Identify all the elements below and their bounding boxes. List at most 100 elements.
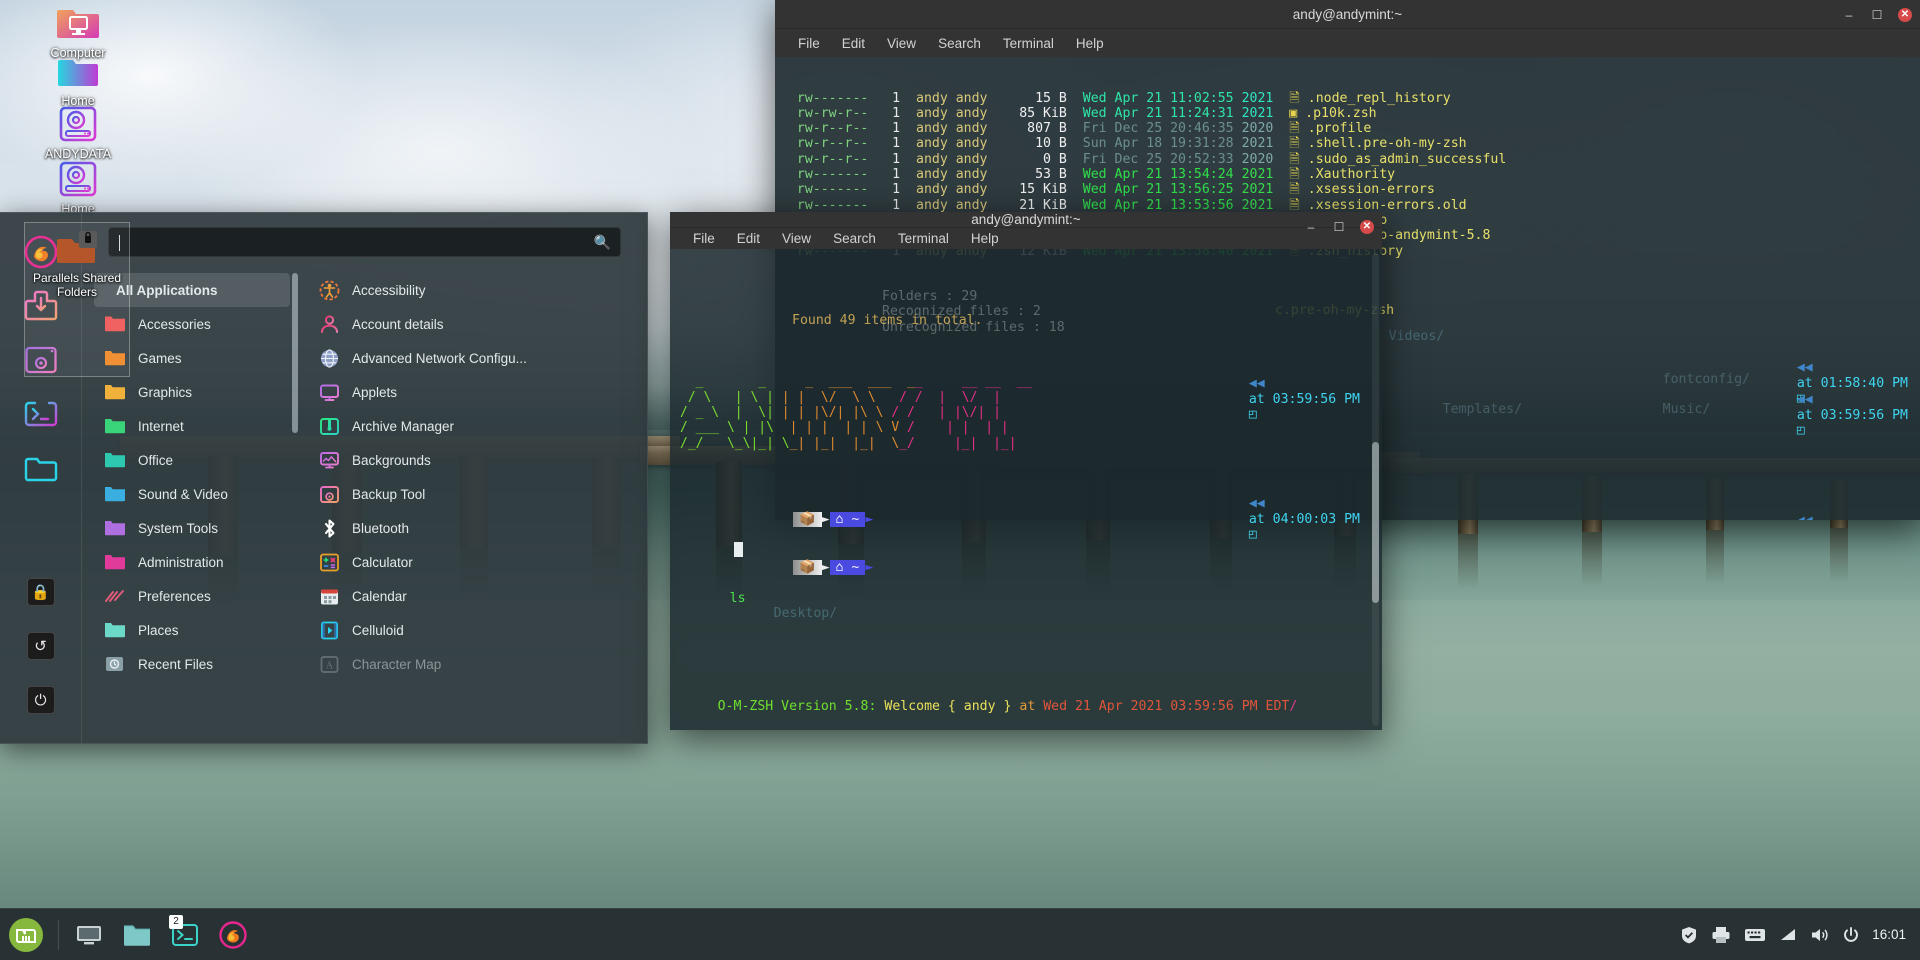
category-system-tools[interactable]: System Tools (94, 511, 290, 545)
mint-menu-button[interactable] (0, 909, 52, 960)
lock-screen-icon: 🔒 (26, 578, 55, 606)
category-places[interactable]: Places (94, 613, 290, 647)
app-calendar[interactable]: Calendar (308, 579, 637, 613)
log-out-icon: ↺ (26, 632, 55, 660)
ls-row: rw-r--r-- 1 andy andy 0 B Fri Dec 25 20:… (781, 151, 1507, 167)
menu-help[interactable]: Help (960, 228, 1010, 249)
category-label: All Applications (116, 282, 218, 298)
power-icon[interactable] (1843, 926, 1859, 943)
desktop-icon-home-disk[interactable]: Home (24, 160, 132, 216)
menu-help[interactable]: Help (1065, 33, 1115, 54)
app-calculator[interactable]: Calculator (308, 545, 637, 579)
launcher-firefox[interactable] (209, 909, 257, 960)
disk-icon (56, 105, 100, 143)
app-accessibility[interactable]: Accessibility (308, 273, 637, 307)
category-label: Administration (138, 554, 224, 570)
firefox-launcher-icon (219, 920, 247, 949)
app-backgrounds[interactable]: Backgrounds (308, 443, 637, 477)
app-advanced-network-configuration[interactable]: Advanced Network Configu... (308, 341, 637, 375)
terminal-front-scrollbar[interactable] (1372, 253, 1379, 726)
app-label: Applets (352, 384, 398, 400)
preferences-icon (105, 590, 124, 602)
terminal-window-front[interactable]: andy@andymint:~ – ☐ ✕ File Edit View Sea… (670, 212, 1382, 730)
menu-file[interactable]: File (787, 33, 831, 54)
terminal-front-title: andy@andymint:~ (971, 212, 1081, 227)
maximize-icon[interactable]: ☐ (1870, 8, 1884, 22)
favorite-log-out[interactable]: ↺ (14, 621, 68, 671)
menu-search[interactable]: Search (822, 228, 887, 249)
desktop-icon-label: ANDYDATA (44, 147, 112, 161)
favorite-files[interactable] (14, 443, 68, 493)
menu-edit[interactable]: Edit (831, 33, 876, 54)
archive-icon (318, 415, 340, 437)
app-celluloid[interactable]: Celluloid (308, 613, 637, 647)
category-preferences[interactable]: Preferences (94, 579, 290, 613)
keyboard-icon[interactable] (1744, 927, 1766, 943)
menu-view[interactable]: View (771, 228, 822, 249)
category-graphics[interactable]: Graphics (94, 375, 290, 409)
desktop-icon-parallels-shared-folders[interactable]: Parallels Shared Folders (24, 222, 130, 377)
app-label: Calculator (352, 554, 413, 570)
terminal-back-menubar: File Edit View Search Terminal Help (775, 29, 1920, 57)
launcher-show-desktop[interactable] (65, 909, 113, 960)
close-icon[interactable]: ✕ (1360, 219, 1374, 234)
favorite-terminal[interactable] (14, 389, 68, 439)
menu-view[interactable]: View (876, 33, 927, 54)
app-applets[interactable]: Applets (308, 375, 637, 409)
launcher-terminal[interactable]: 2 (161, 909, 209, 960)
favorite-quit[interactable]: ⏻ (14, 675, 68, 725)
desktop-icon-andydata[interactable]: ANDYDATA (24, 105, 132, 161)
menu-edit[interactable]: Edit (726, 228, 771, 249)
launcher-files[interactable] (113, 909, 161, 960)
category-recent-files[interactable]: Recent Files (94, 647, 290, 681)
ls-row: rw------- 1 andy andy 21 KiB Wed Apr 21 … (781, 197, 1467, 213)
app-backup-tool[interactable]: Backup Tool (308, 477, 637, 511)
app-label: Account details (352, 316, 444, 332)
directory-stat-row: Recognized files : 2 (882, 304, 1041, 320)
category-office[interactable]: Office (94, 443, 290, 477)
volume-icon[interactable] (1810, 927, 1830, 943)
minimize-icon[interactable]: – (1304, 220, 1318, 234)
applets-icon (318, 381, 340, 403)
menu-search-box[interactable]: 🔍 (108, 227, 621, 257)
files-launcher-icon (123, 924, 150, 946)
favorite-lock-screen[interactable]: 🔒 (14, 567, 68, 617)
charmap-icon: A (318, 653, 340, 675)
right-prompt-ls: ◀◀ at 03:59:56 PM ◰ (1248, 376, 1360, 422)
app-character-map[interactable]: A Character Map (308, 647, 637, 681)
category-label: Sound & Video (138, 486, 228, 502)
terminal-front-titlebar[interactable]: andy@andymint:~ – ☐ ✕ (670, 212, 1382, 234)
category-internet[interactable]: Internet (94, 409, 290, 443)
window-controls: – ☐ ✕ (1842, 0, 1912, 29)
shield-icon[interactable] (1680, 926, 1698, 944)
search-input[interactable] (118, 234, 588, 250)
terminal-front-output[interactable]: Found 49 items in total. _ _ _ ___ ___ _… (670, 249, 1382, 730)
bluetooth-icon (318, 517, 340, 539)
printer-icon[interactable] (1711, 926, 1731, 944)
menu-file[interactable]: File (682, 228, 726, 249)
folder-icon (56, 52, 100, 90)
desktop-icon-home-folder[interactable]: Home (24, 52, 132, 108)
show-desktop-icon (77, 925, 101, 944)
close-icon[interactable]: ✕ (1898, 7, 1912, 22)
clock[interactable]: 16:01 (1872, 927, 1906, 942)
network-tray-icon[interactable] (1779, 927, 1797, 943)
maximize-icon[interactable]: ☐ (1332, 220, 1346, 234)
folder-icon (105, 521, 125, 536)
search-icon: 🔍 (593, 233, 611, 250)
desktop-icon-label: Parallels Shared Folders (32, 271, 122, 299)
minimize-icon[interactable]: – (1842, 8, 1856, 22)
terminal-back-titlebar[interactable]: andy@andymint:~ – ☐ ✕ (775, 0, 1920, 29)
category-scrollbar[interactable] (292, 273, 298, 433)
prompt-cursor-line: 📦 ► ⌂ ~ ► (682, 481, 873, 574)
app-archive-manager[interactable]: Archive Manager (308, 409, 637, 443)
menu-terminal[interactable]: Terminal (887, 228, 960, 249)
category-administration[interactable]: Administration (94, 545, 290, 579)
menu-search[interactable]: Search (927, 33, 992, 54)
menu-terminal[interactable]: Terminal (992, 33, 1065, 54)
menu-columns: All Applications Accessories Games Graph… (82, 273, 647, 743)
ghost-dir: Desktop/ (773, 605, 838, 621)
app-account-details[interactable]: Account details (308, 307, 637, 341)
app-bluetooth[interactable]: Bluetooth (308, 511, 637, 545)
category-sound-and-video[interactable]: Sound & Video (94, 477, 290, 511)
